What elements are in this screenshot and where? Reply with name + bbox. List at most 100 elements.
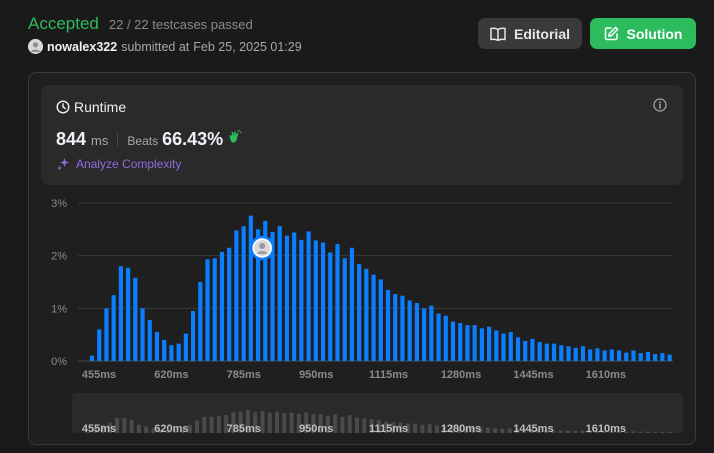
chart-bar[interactable] <box>313 240 318 361</box>
chart-bar[interactable] <box>660 353 665 361</box>
chart-bar[interactable] <box>183 333 188 361</box>
chart-bar[interactable] <box>414 303 419 361</box>
chart-bar[interactable] <box>479 328 484 361</box>
chart-bar[interactable] <box>371 274 376 361</box>
chart-bar[interactable] <box>407 300 412 361</box>
chart-bar[interactable] <box>580 346 586 361</box>
chart-bar[interactable] <box>667 354 672 361</box>
mini-x-tick-label: 1115ms <box>369 423 408 435</box>
chart-bar[interactable] <box>241 226 246 361</box>
mini-chart-bar <box>558 430 563 433</box>
chart-bar[interactable] <box>169 345 174 361</box>
chart-bar[interactable] <box>653 354 658 361</box>
chart-bar[interactable] <box>494 330 499 361</box>
chart-bar[interactable] <box>234 230 239 361</box>
mini-x-tick-label: 455ms <box>82 423 116 435</box>
chart-bar[interactable] <box>422 308 427 361</box>
chart-bar[interactable] <box>364 268 369 361</box>
chart-bar[interactable] <box>248 215 253 361</box>
chart-bar[interactable] <box>645 352 651 361</box>
chart-bar[interactable] <box>104 308 109 361</box>
chart-bar[interactable] <box>638 353 643 361</box>
chart-bar[interactable] <box>97 329 102 361</box>
chart-bar[interactable] <box>154 332 160 361</box>
chart-bar[interactable] <box>523 340 528 361</box>
mini-chart-bar <box>631 431 636 433</box>
chart-bar[interactable] <box>566 346 571 361</box>
user-marker-icon[interactable] <box>249 235 275 261</box>
chart-bar[interactable] <box>176 343 181 361</box>
chart-bar[interactable] <box>487 326 492 361</box>
chart-bar[interactable] <box>631 350 636 361</box>
chart-bar[interactable] <box>147 319 152 361</box>
chart-bar[interactable] <box>385 289 391 361</box>
chart-bar[interactable] <box>530 338 535 361</box>
chart-bar[interactable] <box>544 343 549 361</box>
mini-x-tick-label: 1445ms <box>513 423 553 435</box>
chart-bar[interactable] <box>357 264 362 361</box>
x-tick-label: 1115ms <box>369 369 408 381</box>
chart-bar[interactable] <box>515 337 521 361</box>
mini-chart-bar <box>340 416 345 433</box>
chart-bar[interactable] <box>284 235 290 361</box>
chart-bar[interactable] <box>205 259 210 361</box>
chart-bar[interactable] <box>458 323 463 361</box>
chart-bar[interactable] <box>465 325 470 361</box>
mini-chart-bar <box>362 418 367 433</box>
mini-chart-bar <box>653 431 658 433</box>
chart-bar[interactable] <box>190 310 196 361</box>
chart-bar[interactable] <box>429 305 434 361</box>
chart-bar[interactable] <box>595 348 600 361</box>
chart-bar[interactable] <box>277 226 282 361</box>
chart-bar[interactable] <box>616 350 622 361</box>
chart-bar[interactable] <box>162 339 167 361</box>
chart-bar[interactable] <box>198 282 203 361</box>
chart-bar[interactable] <box>126 267 131 361</box>
chart-bar[interactable] <box>320 242 326 362</box>
chart-bar[interactable] <box>219 251 225 361</box>
mini-chart-bar <box>275 411 280 433</box>
mini-chart-bar <box>144 426 149 433</box>
chart-bar[interactable] <box>602 350 607 361</box>
chart-bar[interactable] <box>551 343 557 361</box>
range-selector-chart[interactable]: 455ms 620ms 785ms 950ms 1115ms 1280ms 1445ms 16… <box>72 393 683 435</box>
chart-bar[interactable] <box>436 313 441 361</box>
chart-bar[interactable] <box>378 279 383 361</box>
chart-bar[interactable] <box>349 247 355 361</box>
mini-chart-bar <box>580 430 585 433</box>
chart-bar[interactable] <box>133 277 138 361</box>
mini-x-tick-label: 1610ms <box>586 423 626 435</box>
chart-bar[interactable] <box>89 355 95 361</box>
chart-bar[interactable] <box>501 333 506 361</box>
chart-bar[interactable] <box>443 315 448 361</box>
chart-bar[interactable] <box>306 231 311 361</box>
chart-bar[interactable] <box>342 258 347 361</box>
chart-bar[interactable] <box>400 295 405 361</box>
mini-x-tick-label: 620ms <box>154 423 188 435</box>
chart-bar[interactable] <box>212 258 217 361</box>
chart-bar[interactable] <box>118 266 123 361</box>
chart-bar[interactable] <box>393 294 398 361</box>
chart-bar[interactable] <box>335 244 340 361</box>
chart-bar[interactable] <box>609 349 614 361</box>
chart-bar[interactable] <box>573 347 578 361</box>
chart-bar[interactable] <box>559 345 564 361</box>
chart-bar[interactable] <box>299 239 304 361</box>
mini-chart-bar <box>282 413 287 433</box>
mini-chart-bar <box>122 418 127 433</box>
chart-bar[interactable] <box>111 295 116 361</box>
chart-bar[interactable] <box>624 352 629 361</box>
y-tick-label: 3% <box>51 198 67 210</box>
chart-bar[interactable] <box>537 342 542 361</box>
chart-bar[interactable] <box>588 349 593 361</box>
chart-bar[interactable] <box>472 325 477 361</box>
chart-bar[interactable] <box>140 308 145 361</box>
chart-bar[interactable] <box>450 321 456 362</box>
mini-x-tick-label: 950ms <box>299 423 333 435</box>
chart-bar[interactable] <box>292 232 297 361</box>
chart-bar[interactable] <box>508 332 513 361</box>
mini-chart-bar <box>347 415 352 433</box>
mini-chart-bar <box>216 415 221 433</box>
chart-bar[interactable] <box>328 252 333 361</box>
chart-bar[interactable] <box>227 247 232 361</box>
